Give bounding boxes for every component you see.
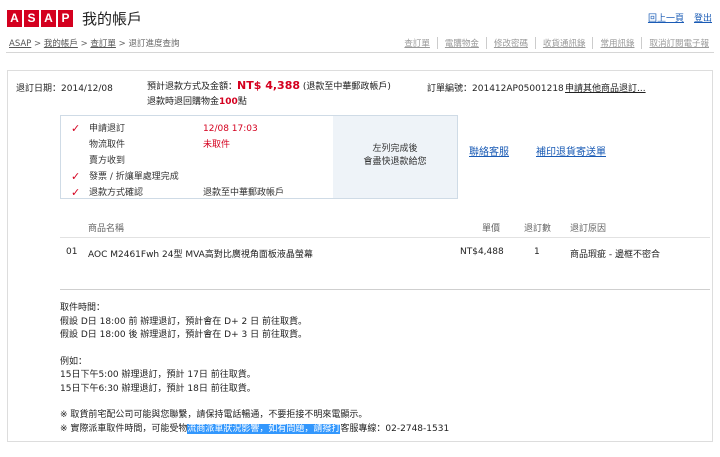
status-step: 賣方收到 (71, 153, 341, 169)
pickup-title: 取件時間： (60, 303, 106, 313)
breadcrumb: ASAP > 我的帳戶 > 查訂單 > 退訂進度查詢 (9, 37, 179, 49)
status-step-value: 12/08 17:03 (203, 124, 258, 134)
status-steps: ✓ 申請退訂 12/08 17:03 物流取件 未取件 賣方收到 ✓ 發票 / … (71, 121, 341, 201)
refund-amount: 預計退款方式及金額：NT$ 4,388 (退款至中華郵政帳戶) (147, 79, 391, 92)
col-product-name: 商品名稱 (88, 224, 125, 234)
status-step-value: 退款至中華郵政帳戶 (203, 188, 285, 198)
breadcrumb-account[interactable]: 我的帳戶 (44, 39, 78, 49)
refund-amount-value: NT$ 4,388 (237, 79, 301, 92)
contact-service-link[interactable]: 聯絡客服 (469, 143, 509, 158)
col-price: 單價 (482, 224, 501, 234)
reprint-return-slip-link[interactable]: 補印退貨寄送單 (536, 143, 606, 158)
check-icon: ✓ (71, 170, 81, 183)
example-line: 15日下午5:00 辦理退訂，預計 17日 前往取貨。 (60, 370, 256, 380)
points-prefix: 退款時退回購物金 (147, 97, 220, 107)
panel-line: 會盡快退款給您 (363, 157, 427, 167)
refund-date-value: 2014/12/08 (61, 84, 113, 94)
refund-status-box: ✓ 申請退訂 12/08 17:03 物流取件 未取件 賣方收到 ✓ 發票 / … (60, 115, 458, 199)
refund-reason: 商品瑕疵 - 邊框不密合 (570, 250, 660, 260)
notice-line: ※ 取貨前宅配公司可能與您聯繫，請保持電話暢通，不要拒接不明來電顯示。 (60, 410, 368, 420)
breadcrumb-separator: > (118, 39, 126, 49)
points-suffix: 點 (237, 97, 247, 107)
order-number-label: 訂單編號： (427, 84, 473, 94)
status-step-value: 未取件 (203, 140, 231, 150)
toolbar-contacts[interactable]: 常用訊錄 (592, 37, 641, 49)
refund-detail-panel: 退訂日期：2014/12/08 預計退款方式及金額：NT$ 4,388 (退款至… (7, 70, 713, 442)
notice-text: 客服專線：02-2748-1531 (340, 423, 450, 434)
example-line: 15日下午6:30 辦理退訂，預計 18日 前往取貨。 (60, 383, 256, 394)
back-link[interactable]: 回上一頁 (648, 11, 684, 24)
toolbar-ecoupon[interactable]: 電購物金 (436, 37, 486, 49)
status-step-label: 退款方式確認 (89, 188, 144, 198)
col-qty: 退訂數 (524, 224, 552, 234)
order-number: 訂單編號：201412AP05001218 (427, 81, 564, 94)
status-step: ✓ 發票 / 折讓單處理完成 (71, 169, 341, 185)
table-divider (60, 237, 710, 238)
status-step-label: 物流取件 (89, 140, 126, 150)
row-number: 01 (66, 247, 78, 257)
points-refund: 退款時退回購物金100點 (147, 94, 247, 107)
pickup-notes: 取件時間： 假設 D日 18:00 前 辦理退訂，預計會在 D+ 2 日 前往取… (60, 302, 449, 436)
header-divider (6, 52, 714, 53)
example-title: 例如： (60, 356, 88, 367)
table-bottom-divider (60, 289, 710, 290)
status-step-label: 發票 / 折讓單處理完成 (89, 172, 179, 182)
breadcrumb-orders[interactable]: 查訂單 (90, 39, 116, 49)
refund-method: (退款至中華郵政帳戶) (302, 82, 391, 92)
logo-letter: P (58, 10, 73, 27)
breadcrumb-home[interactable]: ASAP (9, 39, 31, 49)
notice-text: ※ 實際派車取件時間，可能受物 (60, 423, 188, 434)
notice-line: ※ 實際派車取件時間，可能受物流商派車狀況影響，如有問題，請撥打客服專線：02-… (60, 423, 449, 437)
toolbar-unsubscribe[interactable]: 取消訂閱電子報 (641, 37, 716, 49)
logo-letter: A (41, 10, 56, 27)
points-value: 100 (219, 97, 238, 107)
status-step: ✓ 退款方式確認 退款至中華郵政帳戶 (71, 185, 341, 201)
pickup-rule: 假設 D日 18:00 後 辦理退訂，預計會在 D+ 3 日 前往取貨。 (60, 330, 307, 340)
other-items-refund-link[interactable]: 申請其他商品退訂... (565, 81, 646, 94)
refund-date-label: 退訂日期： (16, 84, 62, 94)
check-icon: ✓ (71, 186, 81, 199)
product-name: AOC M2461Fwh 24型 MVA高對比廣視角面板液晶螢幕 (88, 250, 313, 260)
logo-letter: A (7, 10, 22, 27)
status-step-label: 賣方收到 (89, 156, 126, 166)
page-title: 我的帳戶 (82, 10, 143, 28)
check-icon: ✓ (71, 122, 81, 135)
order-number-value: 201412AP05001218 (472, 84, 564, 94)
breadcrumb-separator: > (80, 39, 88, 49)
status-step: 物流取件 未取件 (71, 137, 341, 153)
product-price: NT$4,488 (460, 247, 504, 257)
status-step-label: 申請退訂 (89, 124, 126, 134)
logout-link[interactable]: 登出 (694, 11, 712, 24)
toolbar-orders[interactable]: 查訂單 (397, 37, 437, 49)
asap-logo[interactable]: A S A P (7, 10, 73, 27)
refund-date: 退訂日期：2014/12/08 (16, 81, 113, 94)
col-reason: 退訂原因 (570, 224, 607, 234)
breadcrumb-separator: > (34, 39, 42, 49)
toolbar-address-book[interactable]: 收貨通訊錄 (534, 37, 593, 49)
selected-text: 流商派車狀況影響，如有問題，請撥打 (187, 423, 341, 434)
breadcrumb-current: 退訂進度查詢 (128, 39, 180, 49)
refund-qty: 1 (534, 247, 540, 257)
top-links: 回上一頁 登出 (648, 11, 712, 24)
account-toolbar: 查訂單 電購物金 修改密碼 收貨通訊錄 常用訊錄 取消訂閱電子報 (397, 37, 716, 49)
refund-info-panel: 左列完成後 會盡快退款給您 (333, 116, 457, 198)
status-step: ✓ 申請退訂 12/08 17:03 (71, 121, 341, 137)
panel-line: 左列完成後 (372, 144, 418, 154)
pickup-rule: 假設 D日 18:00 前 辦理退訂，預計會在 D+ 2 日 前往取貨。 (60, 316, 307, 327)
toolbar-change-password[interactable]: 修改密碼 (485, 37, 535, 49)
logo-letter: S (24, 10, 39, 27)
refund-amount-label: 預計退款方式及金額： (147, 82, 238, 92)
